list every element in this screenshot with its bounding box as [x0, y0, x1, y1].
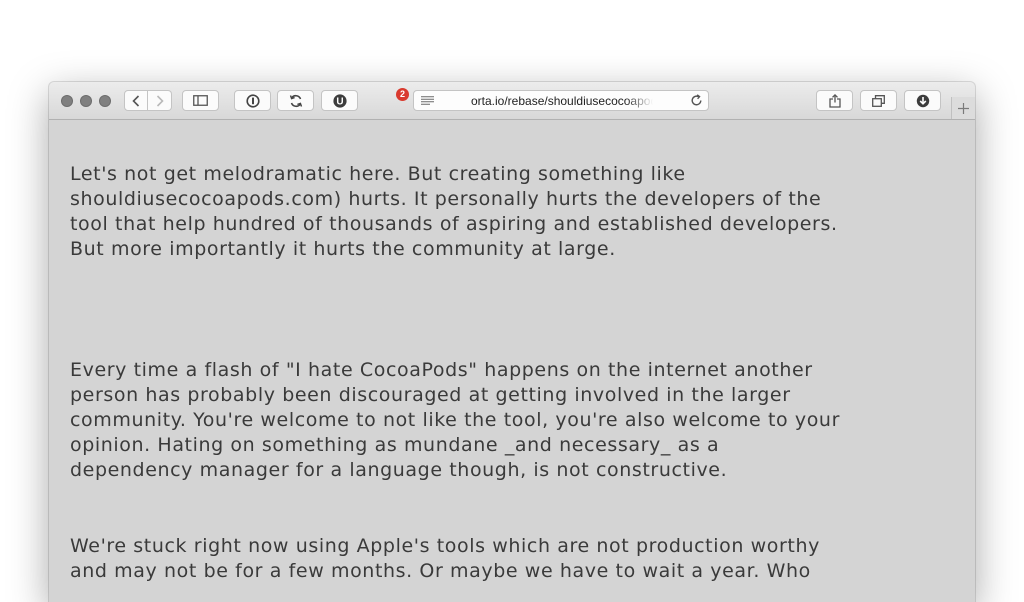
downloads-button[interactable]	[904, 90, 941, 111]
forward-button[interactable]	[148, 90, 172, 111]
download-icon	[916, 94, 929, 107]
address-url[interactable]: orta.io/rebase/shouldiusecocoapods	[471, 94, 653, 108]
show-tabs-button[interactable]	[860, 90, 897, 111]
extension-badge: 2	[396, 88, 409, 101]
browser-window: U 2 orta.io/rebase/shouldiusecocoapods L…	[49, 82, 975, 602]
svg-text:U: U	[336, 96, 343, 107]
sync-icon	[289, 94, 302, 107]
chevron-left-icon	[132, 94, 140, 107]
sidebar-icon	[193, 95, 208, 106]
info-circle-icon	[245, 93, 260, 108]
article-paragraph-2: Every time a flash of "I hate CocoaPods"…	[70, 359, 840, 481]
extension-button-1[interactable]	[234, 90, 271, 111]
share-button[interactable]	[816, 90, 853, 111]
shield-u-icon: U	[332, 93, 347, 108]
back-button[interactable]	[124, 90, 148, 111]
address-bar[interactable]: orta.io/rebase/shouldiusecocoapods	[413, 90, 709, 111]
article-paragraph-3: We're stuck right now using Apple's tool…	[70, 535, 820, 582]
minimize-window-button[interactable]	[80, 95, 92, 107]
tabs-overview-icon	[872, 94, 885, 107]
zoom-window-button[interactable]	[99, 95, 111, 107]
page-content: Let's not get melodramatic here. But cre…	[49, 120, 975, 602]
browser-toolbar: U 2 orta.io/rebase/shouldiusecocoapods	[49, 82, 975, 120]
plus-icon	[958, 102, 969, 114]
article-paragraph-1: Let's not get melodramatic here. But cre…	[70, 163, 838, 260]
share-icon	[828, 93, 841, 108]
close-window-button[interactable]	[61, 95, 73, 107]
new-tab-button[interactable]	[951, 97, 975, 119]
extension-button-2[interactable]	[277, 90, 314, 111]
chevron-right-icon	[156, 94, 164, 107]
reader-icon[interactable]	[421, 96, 434, 105]
sidebar-toggle-button[interactable]	[182, 90, 219, 111]
extension-button-3[interactable]: U	[321, 90, 358, 111]
reload-icon[interactable]	[690, 94, 703, 107]
